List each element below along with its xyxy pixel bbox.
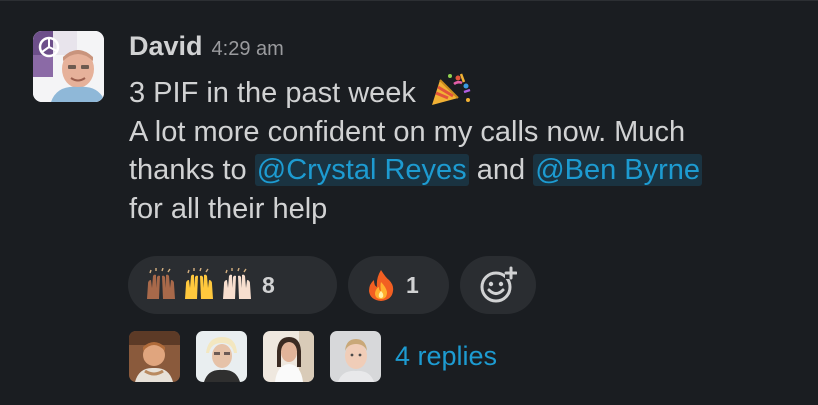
message-header: David 4:29 am [129,31,284,67]
reaction-fire[interactable]: 1 [348,256,449,314]
message-timestamp[interactable]: 4:29 am [212,38,284,61]
reactions-bar: 8 1 [128,256,536,314]
reply-avatar-4[interactable] [330,331,381,382]
message-line-4: for all their help [129,192,328,225]
top-divider [0,0,818,1]
author-name[interactable]: David [129,31,203,62]
party-popper-icon [428,72,472,108]
reply-avatar-3[interactable] [263,331,314,382]
replies-link[interactable]: 4 replies [395,341,497,372]
reply-avatar-1[interactable] [129,331,180,382]
raised-hands-light-icon [220,267,254,302]
thread-replies: 4 replies [129,331,497,382]
message-line-3-middle: and [468,154,534,186]
reaction-count: 8 [262,271,275,298]
fire-icon [364,268,398,302]
message-line-2: A lot more confident on my calls now. Mu… [129,115,686,148]
message-text: 3 PIF in the past week A lot more confid… [129,72,809,228]
add-emoji-icon [480,266,517,303]
mention-ben-byrne[interactable]: @Ben Byrne [533,154,703,186]
message-line-1: 3 PIF in the past week [129,72,809,113]
reply-avatar-2[interactable] [196,331,247,382]
reaction-count: 1 [406,271,419,298]
reaction-raised-hands[interactable]: 8 [128,256,337,314]
raised-hands-yellow-icon [182,267,216,302]
message-line-3-prefix: thanks to [129,154,255,186]
message-line-1-text: 3 PIF in the past week [129,77,416,109]
add-reaction-button[interactable] [460,256,536,314]
raised-hands-medium-dark-icon [144,267,178,302]
author-avatar[interactable] [33,31,104,102]
message-line-3: thanks to @Crystal Reyes and @Ben Byrne [129,151,809,190]
mention-crystal-reyes[interactable]: @Crystal Reyes [254,154,469,186]
